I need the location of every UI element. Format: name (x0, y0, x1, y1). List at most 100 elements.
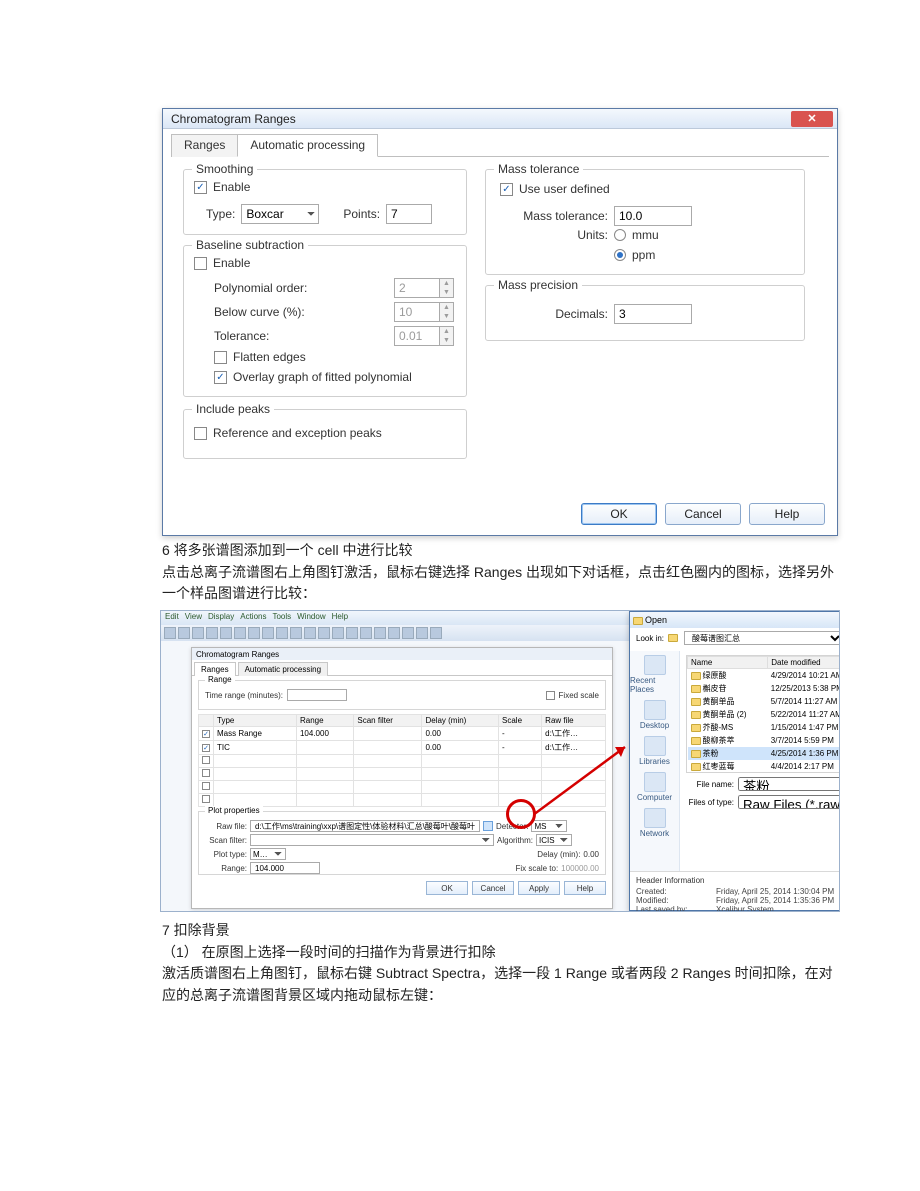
list-item[interactable]: 芥酸-MS1/15/2014 1:47 PMXcalibur R (688, 721, 841, 734)
col-type[interactable]: Type (214, 715, 297, 727)
col-delay[interactable]: Delay (min) (422, 715, 499, 727)
toolbar-icon[interactable] (318, 627, 330, 639)
tolerance-spinner[interactable]: ▲▼ (394, 326, 454, 346)
smoothing-enable-checkbox[interactable]: ✓ (194, 181, 207, 194)
close-icon[interactable]: ✕ (791, 111, 833, 127)
places-recent[interactable]: Recent Places (630, 655, 679, 694)
use-user-defined-checkbox[interactable]: ✓ (500, 183, 513, 196)
toolbar-icon[interactable] (332, 627, 344, 639)
toolbar-icon[interactable] (360, 627, 372, 639)
menu-item[interactable]: Actions (240, 612, 266, 624)
toolbar-icon[interactable] (388, 627, 400, 639)
toolbar-icon[interactable] (206, 627, 218, 639)
row-checkbox[interactable] (202, 795, 210, 803)
col-range[interactable]: Range (296, 715, 353, 727)
spin-down-icon[interactable]: ▼ (440, 336, 453, 345)
overlay-graph-checkbox[interactable]: ✓ (214, 371, 227, 384)
polynomial-order-spinner[interactable]: ▲▼ (394, 278, 454, 298)
col-date[interactable]: Date modified (768, 657, 840, 669)
baseline-enable-checkbox[interactable] (194, 257, 207, 270)
flatten-edges-checkbox[interactable] (214, 351, 227, 364)
menu-item[interactable]: Edit (165, 612, 179, 624)
smoothing-points-input[interactable] (386, 204, 432, 224)
row-checkbox[interactable] (202, 756, 210, 764)
col-scanfilter[interactable]: Scan filter (354, 715, 422, 727)
tolerance-input[interactable] (394, 326, 440, 346)
col-rawfile[interactable]: Raw file (542, 715, 606, 727)
toolbar-icon[interactable] (248, 627, 260, 639)
smoothing-type-select[interactable]: Boxcar (241, 204, 319, 224)
fixed-scale-checkbox[interactable] (546, 691, 555, 700)
toolbar-icon[interactable] (346, 627, 358, 639)
below-curve-spinner[interactable]: ▲▼ (394, 302, 454, 322)
toolbar-icon[interactable] (164, 627, 176, 639)
spin-down-icon[interactable]: ▼ (440, 288, 453, 297)
cancel-button[interactable]: Cancel (665, 503, 741, 525)
menu-item[interactable]: Window (297, 612, 325, 624)
toolbar-icon[interactable] (192, 627, 204, 639)
ok-button[interactable]: OK (426, 881, 468, 895)
below-curve-input[interactable] (394, 302, 440, 322)
list-item[interactable]: 绿原酸4/29/2014 10:21 AMXcalibur R (688, 669, 841, 683)
toolbar-icon[interactable] (304, 627, 316, 639)
browse-file-icon[interactable] (483, 821, 493, 831)
ok-button[interactable]: OK (581, 503, 657, 525)
toolbar-icon[interactable] (290, 627, 302, 639)
places-computer[interactable]: Computer (630, 772, 679, 802)
spin-up-icon[interactable]: ▲ (440, 279, 453, 288)
toolbar-icon[interactable] (220, 627, 232, 639)
places-libraries[interactable]: Libraries (630, 736, 679, 766)
tab-ranges[interactable]: Ranges (194, 662, 236, 676)
list-item[interactable]: 红枣蓝莓4/4/2014 2:17 PMXcalibur R (688, 760, 841, 773)
filename-select[interactable]: 茶粉 (738, 777, 840, 791)
table-row[interactable]: ✓Mass Range104.0000.00-d:\工作… (199, 727, 606, 741)
list-item[interactable]: 槲皮苷12/25/2013 5:38 PMXcalibur R (688, 682, 841, 695)
menu-item[interactable]: Display (208, 612, 234, 624)
rawfile-input[interactable] (250, 820, 480, 832)
reference-exception-checkbox[interactable] (194, 427, 207, 440)
scanfilter-select[interactable] (250, 834, 494, 846)
toolbar-icon[interactable] (178, 627, 190, 639)
plottype-select[interactable]: M… (250, 848, 286, 860)
spin-down-icon[interactable]: ▼ (440, 312, 453, 321)
tab-ranges[interactable]: Ranges (171, 134, 238, 157)
row-checkbox[interactable] (202, 769, 210, 777)
lookin-select[interactable]: 酸莓谱图汇总 (684, 631, 840, 645)
row-checkbox[interactable]: ✓ (202, 730, 210, 738)
help-button[interactable]: Help (564, 881, 606, 895)
spin-up-icon[interactable]: ▲ (440, 303, 453, 312)
apply-button[interactable]: Apply (518, 881, 560, 895)
toolbar-icon[interactable] (262, 627, 274, 639)
places-desktop[interactable]: Desktop (630, 700, 679, 730)
row-checkbox[interactable]: ✓ (202, 744, 210, 752)
ppm-radio[interactable] (614, 249, 626, 261)
file-list[interactable]: NameDate modifiedType 绿原酸4/29/2014 10:21… (686, 655, 840, 773)
menu-item[interactable]: Help (332, 612, 348, 624)
list-item[interactable]: 黄酮单品5/7/2014 11:27 AMXcalibur R (688, 695, 841, 708)
places-network[interactable]: Network (630, 808, 679, 838)
time-range-input[interactable] (287, 689, 347, 701)
row-checkbox[interactable] (202, 782, 210, 790)
toolbar-icon[interactable] (374, 627, 386, 639)
mmu-radio[interactable] (614, 229, 626, 241)
polynomial-order-input[interactable] (394, 278, 440, 298)
decimals-input[interactable] (614, 304, 692, 324)
toolbar-icon[interactable] (430, 627, 442, 639)
col-scale[interactable]: Scale (499, 715, 542, 727)
list-item[interactable]: 茶粉4/25/2014 1:36 PMXcalibur R (688, 747, 841, 760)
toolbar-icon[interactable] (234, 627, 246, 639)
list-item[interactable]: 黄酮单品 (2)5/22/2014 11:27 AMXcalibur R (688, 708, 841, 721)
tab-automatic-processing[interactable]: Automatic processing (238, 662, 328, 676)
toolbar-icon[interactable] (402, 627, 414, 639)
detector-select[interactable]: MS (531, 820, 567, 832)
menu-item[interactable]: View (185, 612, 202, 624)
menu-item[interactable]: Tools (272, 612, 291, 624)
toolbar-icon[interactable] (276, 627, 288, 639)
list-item[interactable]: 酸柳茶萃3/7/2014 5:59 PMXcalibur R (688, 734, 841, 747)
toolbar-icon[interactable] (416, 627, 428, 639)
tab-automatic-processing[interactable]: Automatic processing (237, 134, 378, 157)
spin-up-icon[interactable]: ▲ (440, 327, 453, 336)
col-name[interactable]: Name (688, 657, 768, 669)
filetype-select[interactable]: Raw Files (*.raw) (738, 795, 840, 809)
range-input[interactable] (250, 862, 320, 874)
